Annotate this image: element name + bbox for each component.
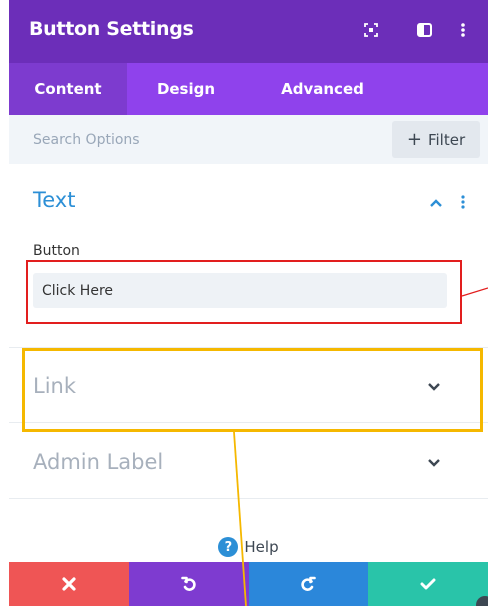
help-link[interactable]: ? Help (9, 537, 488, 557)
help-icon: ? (218, 537, 239, 557)
discard-button[interactable] (9, 562, 129, 606)
undo-icon (180, 576, 196, 591)
panel-title: Button Settings (29, 18, 194, 40)
button-field-label: Button (33, 243, 80, 259)
chevron-up-icon[interactable] (429, 198, 443, 208)
search-input[interactable]: Search Options (33, 132, 140, 148)
section-title-text[interactable]: Text (33, 188, 75, 212)
undo-button[interactable] (128, 562, 249, 606)
annotation-highlight-yellow (22, 348, 483, 432)
action-bar (9, 562, 488, 606)
tab-design[interactable]: Design (127, 63, 245, 115)
chevron-down-icon[interactable] (427, 458, 441, 468)
tab-advanced[interactable]: Advanced (245, 63, 400, 115)
redo-button[interactable] (248, 562, 369, 606)
more-vertical-icon[interactable] (452, 19, 474, 41)
filter-button[interactable]: + Filter (392, 121, 480, 158)
plus-icon: + (406, 128, 422, 150)
help-label: Help (244, 538, 279, 556)
resize-handle-icon[interactable] (472, 594, 488, 606)
filter-label: Filter (427, 130, 466, 149)
redo-icon (301, 576, 317, 591)
close-icon (62, 577, 76, 591)
tab-content[interactable]: Content (9, 63, 127, 115)
divider (9, 498, 488, 499)
panel-header: Button Settings (9, 0, 488, 63)
section-title-admin-label[interactable]: Admin Label (33, 450, 163, 474)
annotation-highlight-red (26, 260, 462, 324)
save-button[interactable] (368, 562, 488, 606)
section-more-icon[interactable] (461, 195, 465, 209)
search-bar[interactable]: Search Options + Filter (9, 115, 488, 164)
sidebar-toggle-icon[interactable] (413, 19, 435, 41)
check-icon (420, 578, 436, 590)
screenshot-icon[interactable] (360, 19, 382, 41)
tab-bar: Content Design Advanced (9, 63, 488, 115)
